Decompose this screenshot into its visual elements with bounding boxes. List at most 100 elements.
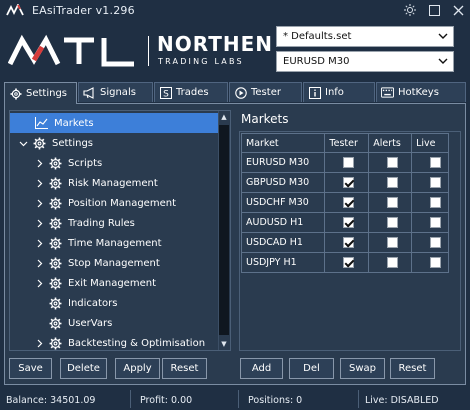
market-row[interactable]: USDJPY H1	[240, 252, 449, 273]
delete-button[interactable]: Delete	[60, 358, 107, 379]
gear-icon	[9, 87, 22, 100]
svg-text:S: S	[163, 89, 169, 99]
alerts-cell	[368, 212, 413, 233]
info-icon	[308, 86, 321, 99]
tester-checkbox[interactable]	[343, 157, 355, 168]
apply-button[interactable]: Apply	[115, 358, 160, 379]
gear-icon	[48, 216, 62, 230]
tree-item-stop-management[interactable]: Stop Management	[10, 253, 218, 273]
alerts-checkbox[interactable]	[387, 257, 399, 268]
tree-item-markets[interactable]: Markets	[10, 113, 218, 133]
tester-cell	[324, 232, 370, 253]
live-checkbox[interactable]	[430, 257, 442, 268]
tester-checkbox[interactable]	[343, 177, 355, 188]
alerts-checkbox[interactable]	[387, 177, 399, 188]
tab-settings[interactable]: Settings	[4, 82, 77, 104]
market-name-cell: USDCAD H1	[240, 232, 326, 253]
tree-item-label: Scripts	[68, 157, 103, 169]
chevron-right-icon[interactable]	[34, 338, 44, 348]
tab-hotkeys[interactable]: HotKeys	[376, 82, 466, 102]
save-button[interactable]: Save	[9, 358, 52, 379]
reset-settings-button[interactable]: Reset	[162, 358, 207, 379]
tree-item-backtesting[interactable]: Backtesting & Optimisation	[10, 333, 218, 350]
chevron-right-icon[interactable]	[34, 198, 44, 208]
tree-item-label: Time Management	[68, 237, 162, 249]
delete-market-button[interactable]: Del	[289, 358, 334, 379]
scroll-down-icon[interactable]: ▼	[219, 339, 229, 349]
window-title: EAsiTrader v1.296	[32, 3, 135, 17]
keyboard-icon	[381, 86, 394, 99]
status-balance: Balance: 34501.09	[6, 394, 96, 406]
live-checkbox[interactable]	[430, 197, 442, 208]
market-name-cell: EURUSD M30	[240, 152, 326, 173]
settings-file-select[interactable]: * Defaults.set	[276, 26, 454, 47]
tab-trades[interactable]: S Trades	[154, 82, 228, 102]
tab-signals[interactable]: Signals	[78, 82, 153, 102]
tab-bar: Settings Signals S Trades Tester Info Ho…	[4, 82, 466, 104]
market-row[interactable]: USDCAD H1	[240, 232, 449, 253]
chevron-down-icon	[438, 58, 448, 64]
tree-item-indicators[interactable]: Indicators	[10, 293, 218, 313]
tree-item-settings[interactable]: Settings	[10, 133, 218, 153]
live-checkbox[interactable]	[430, 157, 442, 168]
chevron-right-icon[interactable]	[34, 238, 44, 248]
tree-item-scripts[interactable]: Scripts	[10, 153, 218, 173]
alerts-checkbox[interactable]	[387, 157, 399, 168]
tree-item-exit-management[interactable]: Exit Management	[10, 273, 218, 293]
live-checkbox[interactable]	[430, 237, 442, 248]
chevron-down-icon[interactable]	[18, 138, 28, 148]
tree-item-label: Trading Rules	[68, 217, 135, 229]
tab-info-label: Info	[325, 87, 344, 98]
tree-item-trading-rules[interactable]: Trading Rules	[10, 213, 218, 233]
alerts-checkbox[interactable]	[387, 237, 399, 248]
tree-item-position-management[interactable]: Position Management	[10, 193, 218, 213]
market-row[interactable]: AUDUSD H1	[240, 212, 449, 233]
tree-item-risk-management[interactable]: Risk Management	[10, 173, 218, 193]
chart-icon	[34, 116, 48, 130]
tester-cell	[324, 152, 370, 173]
chevron-right-icon[interactable]	[34, 158, 44, 168]
tab-info[interactable]: Info	[303, 82, 375, 102]
scroll-up-icon[interactable]: ▲	[219, 112, 229, 122]
sun-icon[interactable]	[402, 2, 418, 18]
app-logo-icon	[6, 3, 24, 17]
alerts-checkbox[interactable]	[387, 217, 399, 228]
tree-item-time-management[interactable]: Time Management	[10, 233, 218, 253]
tree-item-uservars[interactable]: UserVars	[10, 313, 218, 333]
market-row[interactable]: EURUSD M30	[240, 152, 449, 173]
tester-checkbox[interactable]	[343, 257, 355, 268]
add-market-button[interactable]: Add	[240, 358, 283, 379]
tree-scrollbar[interactable]: ▲ ▼	[218, 111, 230, 350]
live-checkbox[interactable]	[430, 217, 442, 228]
chevron-right-icon[interactable]	[34, 218, 44, 228]
chevron-right-icon[interactable]	[34, 258, 44, 268]
tab-tester[interactable]: Tester	[229, 82, 302, 102]
market-row[interactable]: USDCHF M30	[240, 192, 449, 213]
chevron-right-icon[interactable]	[34, 278, 44, 288]
tree-item-label: Stop Management	[68, 257, 160, 269]
tab-hotkeys-label: HotKeys	[398, 87, 439, 98]
gear-icon	[48, 276, 62, 290]
tree-item-label: Backtesting & Optimisation	[68, 337, 206, 349]
live-cell	[411, 172, 449, 193]
alerts-checkbox[interactable]	[387, 197, 399, 208]
tester-checkbox[interactable]	[343, 237, 355, 248]
reset-markets-button[interactable]: Reset	[390, 358, 435, 379]
restore-icon[interactable]	[426, 2, 442, 18]
tree-item-label: Risk Management	[68, 177, 158, 189]
tester-checkbox[interactable]	[343, 197, 355, 208]
live-cell	[411, 252, 449, 273]
column-header-tester: Tester	[324, 133, 370, 153]
live-cell	[411, 192, 449, 213]
swap-market-button[interactable]: Swap	[340, 358, 385, 379]
tester-checkbox[interactable]	[343, 217, 355, 228]
market-name-cell: USDJPY H1	[240, 252, 326, 273]
close-icon[interactable]	[450, 2, 466, 18]
market-select[interactable]: EURUSD M30	[276, 51, 454, 72]
chevron-right-icon[interactable]	[34, 178, 44, 188]
scrollbar-thumb[interactable]	[219, 125, 229, 335]
market-row[interactable]: GBPUSD M30	[240, 172, 449, 193]
markets-table: Market Tester Alerts Live EURUSD M30 GBPU…	[240, 133, 449, 273]
settings-panel: Markets Settings Scripts Risk Management…	[4, 103, 466, 385]
live-checkbox[interactable]	[430, 177, 442, 188]
